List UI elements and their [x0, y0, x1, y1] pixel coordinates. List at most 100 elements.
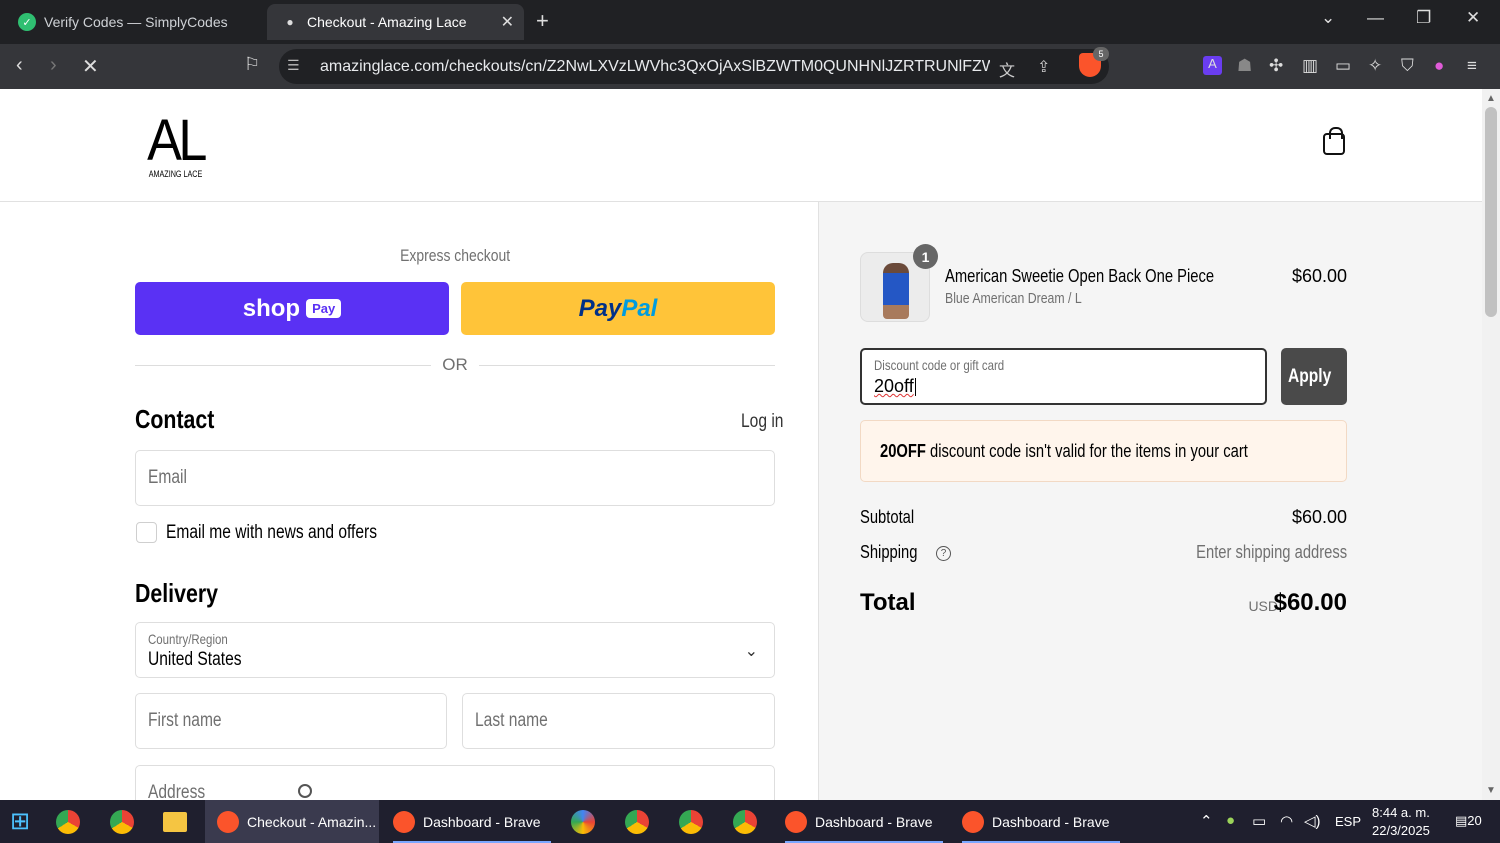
chrome-icon — [733, 809, 757, 834]
store-header: AL AMAZING LACE — [0, 89, 1482, 202]
email-field[interactable]: Email — [135, 450, 775, 506]
translate-icon[interactable]: 文 — [999, 57, 1015, 81]
taskbar-item-label: Dashboard - Brave — [992, 813, 1110, 830]
stop-loading-icon[interactable]: ✕ — [82, 54, 99, 79]
profile-icon[interactable]: ● — [1434, 56, 1444, 76]
battery-icon[interactable]: ▭ — [1252, 812, 1266, 830]
taskbar-item-label: Checkout - Amazin... — [247, 813, 377, 830]
news-offers-label: Email me with news and offers — [166, 522, 378, 543]
close-window-icon[interactable]: ✕ — [1466, 8, 1480, 28]
scrollbar-thumb[interactable] — [1485, 107, 1497, 317]
page-scrollbar[interactable]: ▲ ▼ — [1482, 89, 1500, 800]
bookmark-icon[interactable]: ⚐ — [244, 54, 260, 75]
taskbar-checkout[interactable]: Checkout - Amazin... — [205, 800, 379, 843]
restore-icon[interactable]: ❐ — [1416, 8, 1431, 28]
taskbar-item-label: Dashboard - Brave — [815, 813, 933, 830]
wifi-icon[interactable]: ◠ — [1280, 812, 1293, 830]
brave-icon — [785, 810, 807, 833]
brave-shields-icon[interactable]: 5 — [1079, 47, 1109, 77]
taskbar-chrome-3[interactable] — [625, 800, 649, 843]
first-name-field[interactable]: First name — [135, 693, 447, 749]
simplycodes-favicon-icon: ✓ — [18, 13, 36, 31]
or-divider-left — [135, 365, 431, 366]
taskbar-dashboard-3[interactable]: Dashboard - Brave — [962, 800, 1120, 843]
scroll-down-icon[interactable]: ▼ — [1486, 785, 1496, 796]
taskbar-file-explorer[interactable] — [163, 800, 187, 843]
brave-icon — [962, 810, 984, 833]
shopping-bag-icon[interactable] — [1323, 127, 1345, 155]
last-name-field[interactable]: Last name — [462, 693, 775, 749]
chevron-down-icon: ⌄ — [744, 643, 758, 660]
forward-icon[interactable]: › — [50, 54, 57, 77]
extensions-puzzle-icon[interactable]: ✣ — [1269, 56, 1283, 76]
subtotal-value: $60.00 — [1291, 507, 1347, 527]
audio-favicon-icon: ● — [286, 15, 294, 29]
sidebar-icon[interactable]: ▥ — [1302, 56, 1318, 76]
discount-error-message: 20OFF discount code isn't valid for the … — [860, 420, 1347, 482]
country-select[interactable]: Country/Region United States ⌄ — [135, 622, 775, 678]
browser-tab-strip: ✓ Verify Codes — SimplyCodes ● Checkout … — [0, 0, 1500, 44]
back-icon[interactable]: ‹ — [16, 54, 23, 77]
address-bar[interactable]: ☰ amazinglace.com/checkouts/cn/Z2NwLXVzL… — [279, 47, 1109, 84]
scroll-up-icon[interactable]: ▲ — [1486, 93, 1496, 104]
app-icon — [571, 809, 595, 834]
notification-center[interactable]: ▤20 — [1455, 813, 1482, 829]
first-name-placeholder: First name — [148, 710, 222, 731]
chrome-icon — [56, 809, 80, 834]
taskbar-chrome-4[interactable] — [679, 800, 703, 843]
taskbar-chrome-2[interactable] — [110, 800, 134, 843]
total-value: $60.00 — [1273, 589, 1347, 616]
browser-toolbar: ‹ › ✕ ⚐ ☰ amazinglace.com/checkouts/cn/Z… — [0, 44, 1500, 89]
logo-mark: AL — [147, 108, 207, 173]
tray-overflow-icon[interactable]: ⌃ — [1200, 812, 1213, 830]
address-field[interactable]: Address — [135, 765, 775, 800]
tab-list-chevron-icon[interactable]: ⌄ — [1321, 8, 1335, 28]
clock[interactable]: 8:44 a. m. 22/3/2025 — [1372, 804, 1430, 840]
store-logo[interactable]: AL AMAZING LACE — [142, 108, 209, 180]
extension-a-icon[interactable]: A — [1203, 56, 1222, 75]
error-text: discount code isn't valid for the items … — [925, 441, 1248, 461]
taskbar-chrome[interactable] — [56, 800, 80, 843]
email-placeholder: Email — [148, 467, 187, 488]
leo-ai-icon[interactable]: ✧ — [1368, 56, 1382, 76]
product-variant: Blue American Dream / L — [945, 290, 1082, 307]
new-tab-icon[interactable]: + — [536, 8, 549, 34]
discount-code-input[interactable]: Discount code or gift card 20off — [860, 348, 1267, 405]
close-tab-icon[interactable]: ✕ — [501, 12, 514, 32]
login-link[interactable]: Log in — [741, 411, 793, 433]
shield-count-badge: 5 — [1093, 47, 1109, 61]
news-offers-checkbox[interactable] — [136, 522, 157, 543]
taskbar-app-ring[interactable] — [571, 800, 595, 843]
menu-icon[interactable]: ≡ — [1467, 56, 1477, 76]
windows-icon: ⊞ — [10, 808, 31, 835]
help-icon[interactable]: ? — [936, 545, 952, 561]
apply-button[interactable]: Apply — [1281, 348, 1347, 405]
taskbar-chrome-5[interactable] — [733, 800, 757, 843]
taskbar-dashboard-2[interactable]: Dashboard - Brave — [785, 800, 943, 843]
start-button[interactable]: ⊞ — [10, 800, 30, 843]
subtotal-label: Subtotal — [860, 507, 915, 527]
tab-simplycodes[interactable]: ✓ Verify Codes — SimplyCodes — [12, 4, 262, 40]
folder-icon — [163, 811, 187, 832]
product-price: $60.00 — [1291, 266, 1347, 286]
minimize-icon[interactable]: — — [1367, 8, 1384, 28]
wallet-icon[interactable]: ▭ — [1335, 56, 1351, 76]
address-placeholder: Address — [148, 782, 206, 800]
paypal-button[interactable]: Pay Pal — [461, 282, 775, 335]
shop-pay-button[interactable]: shop Pay — [135, 282, 449, 335]
language-indicator[interactable]: ESP — [1335, 814, 1361, 829]
site-settings-icon[interactable]: ☰ — [287, 57, 300, 74]
share-icon[interactable]: ⇪ — [1037, 57, 1050, 77]
or-divider-right — [479, 365, 775, 366]
tab-checkout[interactable]: ● Checkout - Amazing Lace ✕ — [267, 4, 524, 40]
vpn-icon[interactable]: ⛉ — [1401, 56, 1414, 76]
paypal-wordmark-2: Pal — [621, 294, 658, 322]
windows-taskbar: ⊞ Checkout - Amazin... Dashboard - Brave… — [0, 800, 1500, 843]
or-divider-text: OR — [442, 355, 468, 374]
extension-robot-icon[interactable]: ☗ — [1237, 56, 1252, 76]
taskbar-item-label: Dashboard - Brave — [423, 813, 541, 830]
taskbar-dashboard-1[interactable]: Dashboard - Brave — [393, 800, 551, 843]
volume-icon[interactable]: ◁) — [1304, 812, 1321, 830]
country-value: United States — [148, 649, 242, 670]
tray-app-icon[interactable]: ● — [1226, 812, 1235, 829]
